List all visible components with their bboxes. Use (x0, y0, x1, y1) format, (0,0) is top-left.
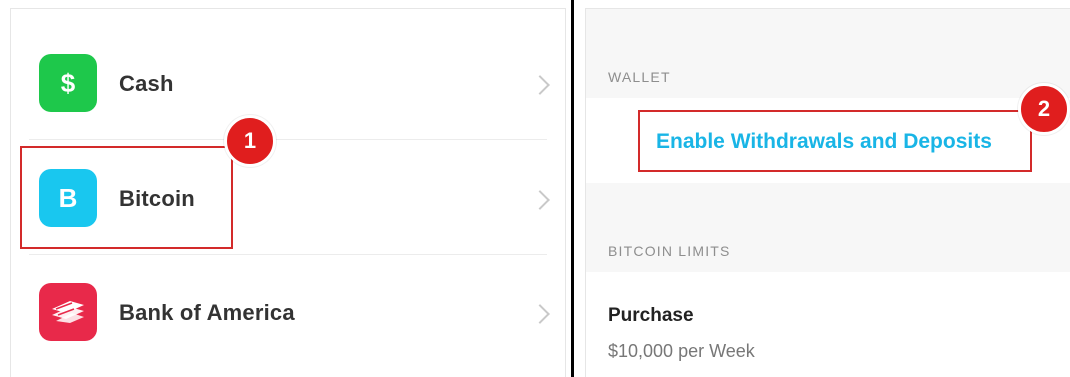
section-header-bitcoin-limits: BITCOIN LIMITS (608, 243, 731, 259)
account-label-bank-of-america: Bank of America (119, 300, 295, 325)
step-badge-1: 1 (224, 115, 276, 167)
bank-of-america-logo-icon (39, 283, 97, 341)
bitcoin-settings-panel: WALLET Enable Withdrawals and Deposits B… (585, 8, 1070, 377)
dollar-glyph: $ (60, 67, 76, 98)
row-divider (29, 254, 547, 255)
chevron-right-icon (530, 304, 550, 324)
panel-divider (571, 0, 574, 377)
row-divider (29, 139, 547, 140)
account-label-cash: Cash (119, 71, 174, 96)
highlight-box-enable-link (638, 110, 1032, 172)
dollar-icon: $ (39, 54, 97, 112)
section-header-wallet: WALLET (608, 69, 671, 85)
account-row-bank-of-america[interactable]: Bank of America (11, 262, 565, 362)
account-list-panel: $ Cash B Bitcoin Bank of America 1 (10, 8, 566, 377)
chevron-right-icon (530, 190, 550, 210)
chevron-right-icon (530, 75, 550, 95)
limit-title-purchase: Purchase (608, 305, 694, 326)
step-badge-2: 2 (1018, 83, 1070, 135)
account-row-cash[interactable]: $ Cash (11, 33, 565, 133)
bank-of-america-flag-icon (52, 301, 84, 323)
limit-value-purchase: $10,000 per Week (608, 341, 755, 361)
highlight-box-bitcoin (20, 146, 233, 249)
